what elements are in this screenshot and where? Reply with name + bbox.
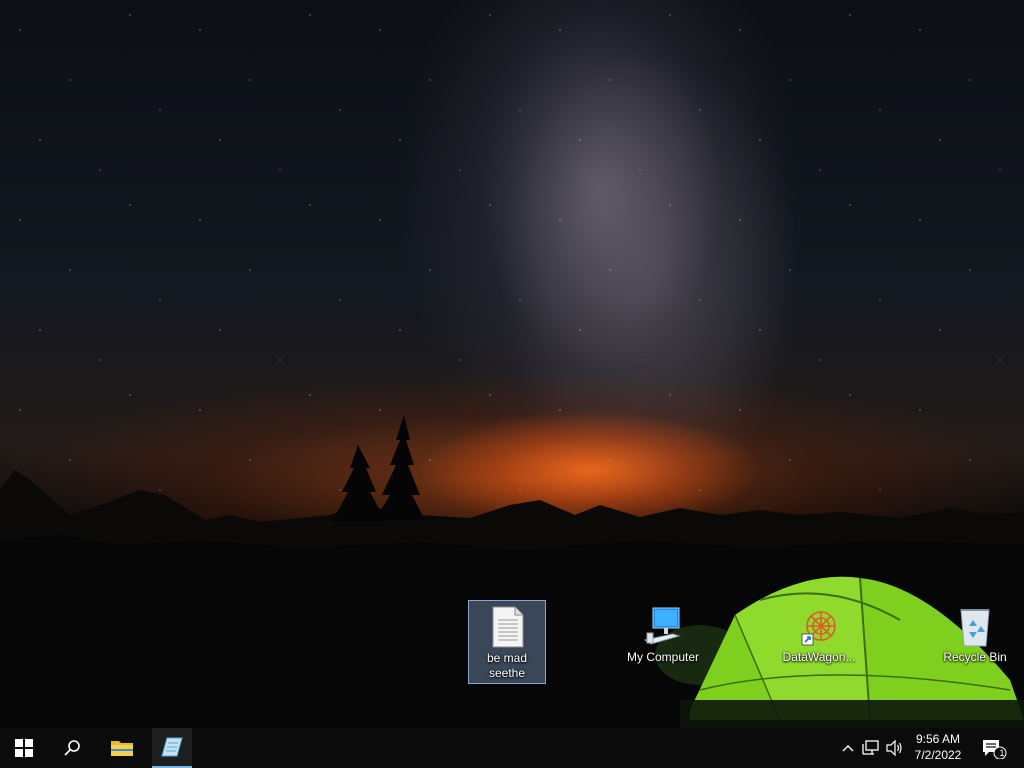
taskbar: 9:56 AM 7/2/2022 1: [0, 728, 1024, 768]
clock-date: 7/2/2022: [914, 748, 962, 762]
action-center-button[interactable]: 1: [980, 738, 1008, 759]
network-icon: [862, 740, 879, 755]
datawagon-logo-icon: [799, 604, 839, 648]
clock[interactable]: 9:56 AM 7/2/2022: [906, 731, 970, 765]
computer-icon: [643, 604, 683, 648]
desktop-icon-label: be mad seethe: [486, 651, 528, 680]
desktop-icon-datawagon-shortcut[interactable]: DataWagon...: [780, 600, 858, 684]
notification-count-badge: 1: [999, 748, 1005, 758]
desktop-wallpaper: be mad seethe My Computer DataWagon... R…: [0, 0, 1024, 728]
show-hidden-icons-button[interactable]: [838, 738, 858, 758]
network-button[interactable]: [861, 738, 881, 758]
desktop-icon-text-document[interactable]: be mad seethe: [468, 600, 546, 684]
recycle-bin-icon: [955, 604, 995, 648]
windows-logo-icon: [15, 739, 33, 757]
folder-icon: [111, 741, 133, 756]
desktop-icon-my-computer[interactable]: My Computer: [624, 600, 702, 684]
volume-icon: [886, 740, 902, 756]
start-button[interactable]: [0, 728, 48, 768]
desktop-icon-label: DataWagon...: [782, 650, 856, 664]
notepad-icon: [161, 737, 183, 757]
text-document-icon: [487, 605, 527, 649]
volume-button[interactable]: [885, 738, 905, 758]
search-icon: [64, 740, 80, 756]
desktop-icon-label: Recycle Bin: [943, 650, 1007, 664]
chevron-up-icon: [842, 745, 854, 752]
clock-time: 9:56 AM: [915, 732, 961, 746]
desktop-icon-label: My Computer: [626, 650, 700, 664]
search-button[interactable]: [48, 728, 96, 768]
file-explorer-button[interactable]: [98, 728, 146, 768]
pinned-app-button[interactable]: [152, 728, 192, 768]
desktop-icon-recycle-bin[interactable]: Recycle Bin: [936, 600, 1014, 684]
